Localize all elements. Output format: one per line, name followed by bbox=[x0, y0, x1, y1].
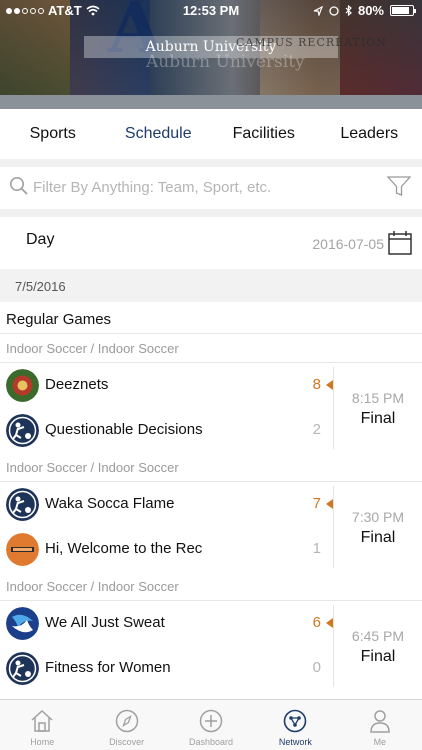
team-logo bbox=[6, 652, 39, 685]
match-time: 6:45 PM bbox=[351, 628, 405, 644]
battery-percent: 80% bbox=[357, 3, 384, 18]
team-row[interactable]: Waka Socca Flame 7 bbox=[0, 482, 333, 527]
match-time: 8:15 PM bbox=[351, 390, 405, 406]
location-icon bbox=[313, 5, 323, 16]
team-name: We All Just Sweat bbox=[45, 614, 165, 631]
nav-label: Network bbox=[278, 737, 312, 747]
team-score: 2 bbox=[312, 421, 321, 438]
match-status: Final bbox=[360, 648, 396, 665]
team-score: 0 bbox=[312, 659, 321, 676]
winner-arrow-icon bbox=[326, 618, 333, 628]
nav-home[interactable]: Home bbox=[0, 700, 84, 750]
banner-subtitle: CAMPUS RECREATION bbox=[236, 36, 387, 49]
nav-label: Home bbox=[30, 737, 55, 747]
nav-network[interactable]: Network bbox=[253, 700, 337, 750]
bottom-nav: Home Discover Dashboard Network Me bbox=[0, 699, 422, 750]
date-header-label: 7/5/2016 bbox=[15, 279, 66, 294]
plus-circle-icon bbox=[199, 709, 223, 733]
status-bar: AT&T 12:53 PM 80% bbox=[0, 0, 422, 22]
nav-me[interactable]: Me bbox=[338, 700, 422, 750]
day-mode-toggle[interactable]: Day bbox=[26, 231, 54, 249]
match-status: Final bbox=[360, 410, 396, 427]
banner-divider bbox=[0, 95, 422, 109]
team-score: 1 bbox=[312, 540, 321, 557]
tab-schedule[interactable]: Schedule bbox=[106, 109, 212, 159]
match-time: 7:30 PM bbox=[351, 509, 405, 525]
nav-label: Discover bbox=[109, 737, 145, 747]
group-title: Regular Games bbox=[6, 311, 112, 328]
team-name: Fitness for Women bbox=[45, 659, 171, 676]
match-card[interactable]: Indoor Soccer / Indoor Soccer Waka Socca… bbox=[0, 453, 422, 572]
sport-label-row: Indoor Soccer / Indoor Soccer bbox=[0, 453, 422, 482]
team-row[interactable]: Deeznets 8 bbox=[0, 363, 333, 408]
compass-icon bbox=[115, 709, 138, 733]
team-logo bbox=[6, 533, 39, 566]
battery-icon bbox=[390, 5, 416, 16]
nav-label: Me bbox=[373, 737, 387, 747]
match-list: Indoor Soccer / Indoor Soccer Deeznets 8… bbox=[0, 334, 422, 691]
team-row[interactable]: We All Just Sweat 6 bbox=[0, 601, 333, 646]
selected-date[interactable]: 2016-07-05 bbox=[312, 236, 384, 252]
home-icon bbox=[31, 709, 53, 732]
sport-label: Indoor Soccer / Indoor Soccer bbox=[6, 460, 179, 475]
sport-label-row: Indoor Soccer / Indoor Soccer bbox=[0, 572, 422, 601]
match-card[interactable]: Indoor Soccer / Indoor Soccer We All Jus… bbox=[0, 572, 422, 691]
date-header: 7/5/2016 bbox=[0, 269, 422, 302]
team-row[interactable]: Hi, Welcome to the Rec 1 bbox=[0, 527, 333, 572]
top-tabs: Sports Schedule Facilities Leaders bbox=[0, 109, 422, 159]
winner-arrow-icon bbox=[326, 499, 333, 509]
alarm-icon bbox=[329, 6, 339, 16]
person-icon bbox=[370, 710, 390, 733]
search-icon bbox=[10, 177, 28, 195]
bluetooth-icon bbox=[345, 5, 352, 16]
nav-discover[interactable]: Discover bbox=[84, 700, 168, 750]
calendar-icon[interactable] bbox=[388, 231, 412, 255]
team-score: 8 bbox=[312, 376, 321, 393]
banner-ghost-text: Auburn University bbox=[146, 52, 305, 72]
search-input[interactable] bbox=[33, 175, 373, 199]
team-row[interactable]: Questionable Decisions 2 bbox=[0, 408, 333, 453]
divider bbox=[0, 209, 422, 217]
team-name: Deeznets bbox=[45, 376, 109, 393]
match-status: Final bbox=[360, 529, 396, 546]
team-logo bbox=[6, 369, 39, 402]
sport-label: Indoor Soccer / Indoor Soccer bbox=[6, 341, 179, 356]
day-selector: Day 2016-07-05 bbox=[0, 217, 422, 269]
filter-icon[interactable] bbox=[387, 176, 411, 197]
team-row[interactable]: Fitness for Women 0 bbox=[0, 646, 333, 691]
sport-label: Indoor Soccer / Indoor Soccer bbox=[6, 579, 179, 594]
network-icon bbox=[284, 709, 307, 733]
divider bbox=[0, 159, 422, 167]
tab-sports[interactable]: Sports bbox=[0, 109, 106, 159]
winner-arrow-icon bbox=[326, 380, 333, 390]
team-score: 6 bbox=[312, 614, 321, 631]
tab-facilities[interactable]: Facilities bbox=[211, 109, 317, 159]
tab-leaders[interactable]: Leaders bbox=[317, 109, 422, 159]
team-logo bbox=[6, 414, 39, 447]
group-header: Regular Games bbox=[0, 302, 422, 334]
team-name: Hi, Welcome to the Rec bbox=[45, 540, 203, 557]
team-name: Questionable Decisions bbox=[45, 421, 203, 438]
search-bar bbox=[0, 167, 422, 209]
team-score: 7 bbox=[312, 495, 321, 512]
sport-label-row: Indoor Soccer / Indoor Soccer bbox=[0, 334, 422, 363]
team-name: Waka Socca Flame bbox=[45, 495, 175, 512]
match-card[interactable]: Indoor Soccer / Indoor Soccer Deeznets 8… bbox=[0, 334, 422, 453]
team-logo bbox=[6, 607, 39, 640]
nav-label: Dashboard bbox=[189, 737, 234, 747]
team-logo bbox=[6, 488, 39, 521]
nav-dashboard[interactable]: Dashboard bbox=[169, 700, 253, 750]
